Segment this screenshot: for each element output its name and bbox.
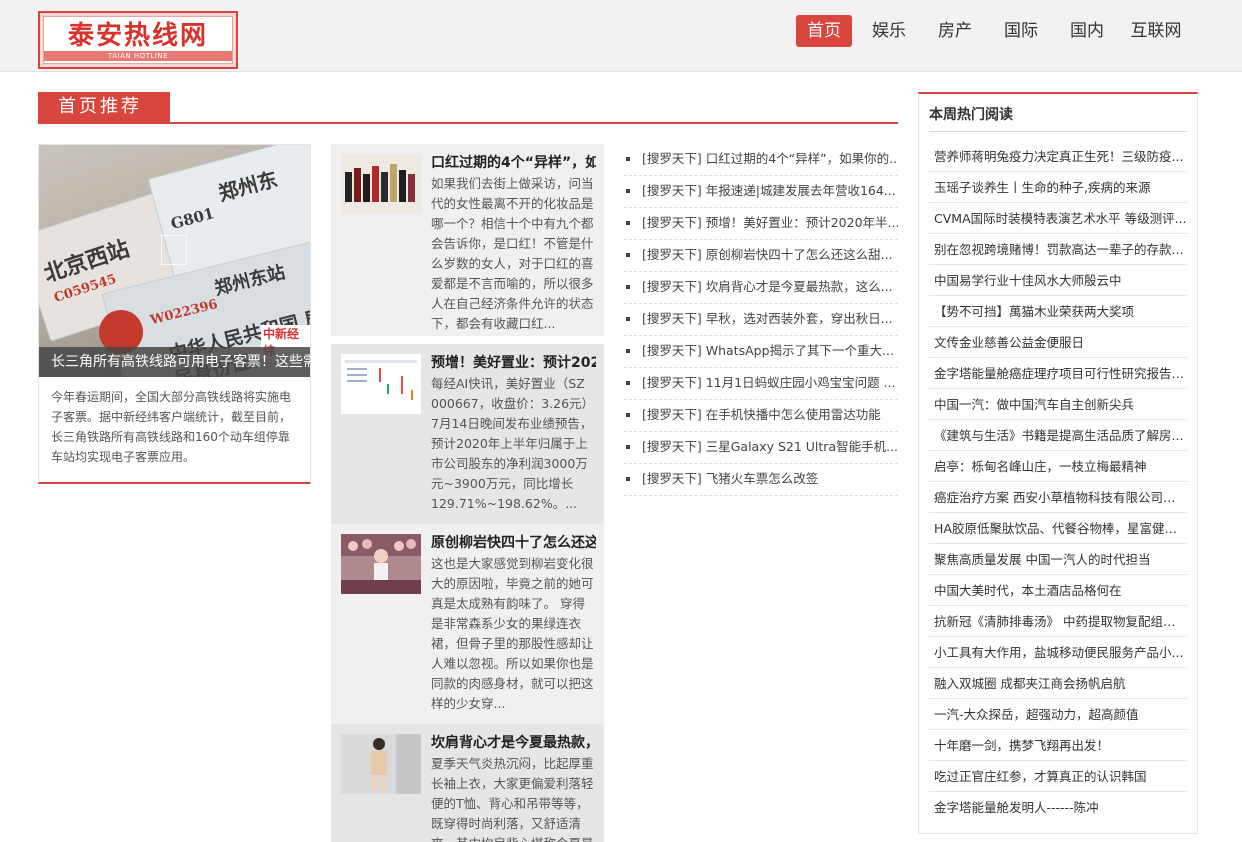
ticket-code-text: G801 bbox=[168, 204, 217, 234]
article-thumbnail[interactable] bbox=[341, 354, 421, 414]
site-header: 泰安热线网 TAIAN HOTLINE 首页 娱乐 房产 国际 国内 互联网 bbox=[0, 0, 1242, 72]
sidebar-item[interactable]: 别在忽视跨境赌博！罚款高达一辈子的存款... bbox=[929, 234, 1187, 265]
list-item-label[interactable]: [搜罗天下] 预增！美好置业：预计2020年半... bbox=[642, 215, 898, 230]
bullet-icon bbox=[626, 253, 630, 257]
sidebar-item[interactable]: 小工具有大作用，盐城移动便民服务产品小... bbox=[929, 637, 1187, 668]
list-item[interactable]: [搜罗天下] 11月1日蚂蚁庄园小鸡宝宝问题 ... bbox=[624, 368, 898, 400]
sidebar-item[interactable]: 《建筑与生活》书籍是提高生活品质了解房... bbox=[929, 420, 1187, 451]
sidebar-title: 本周热门阅读 bbox=[929, 107, 1013, 123]
article-list: 口红过期的4个“异样”，如果你的口红有以下问题 如果我们去街上做采访，问当代的女… bbox=[331, 144, 604, 842]
article-excerpt: 夏季天气炎热沉闷，比起厚重长袖上衣，大家更偏爱利落轻便的T恤、背心和吊带等等，既… bbox=[431, 756, 594, 842]
sidebar-item[interactable]: 【势不可挡】萬猫木业荣获两大奖项 bbox=[929, 296, 1187, 327]
nav-item-domestic[interactable]: 国内 bbox=[1060, 15, 1114, 47]
nav-item-realestate[interactable]: 房产 bbox=[928, 15, 982, 47]
featured-article[interactable]: 北京西站 C059545 郑州东 G801 郑州东站 W022396 中华人民共… bbox=[38, 144, 311, 484]
list-item-label[interactable]: [搜罗天下] 坎肩背心才是今夏最热款，这么... bbox=[642, 279, 893, 294]
article-title[interactable]: 坎肩背心才是今夏最热款，这么穿 bbox=[431, 733, 596, 753]
sidebar-item[interactable]: 金字塔能量舱发明人------陈冲 bbox=[929, 792, 1187, 823]
article-title[interactable]: 口红过期的4个“异样”，如果你的口红有以下问题 bbox=[431, 153, 596, 173]
list-item[interactable]: [搜罗天下] 早秋，选对西装外套，穿出秋日... bbox=[624, 304, 898, 336]
list-item-label[interactable]: [搜罗天下] 口红过期的4个“异样”，如果你的... bbox=[642, 151, 898, 166]
list-item-label[interactable]: [搜罗天下] 三星Galaxy S21 Ultra智能手机... bbox=[642, 439, 898, 454]
list-item-label[interactable]: [搜罗天下] WhatsApp揭示了其下一个重大... bbox=[642, 343, 894, 358]
article-card[interactable]: 原创柳岩快四十了怎么还这么甜 这也是大家感觉到柳岩变化很大的原因啦，毕竟之前的她… bbox=[331, 524, 604, 724]
list-item-label[interactable]: [搜罗天下] 早秋，选对西装外套，穿出秋日... bbox=[642, 311, 893, 326]
list-item-label[interactable]: [搜罗天下] 年报速递|城建发展去年营收164... bbox=[642, 183, 896, 198]
section-title: 首页推荐 bbox=[38, 92, 170, 122]
list-item[interactable]: [搜罗天下] 飞猪火车票怎么改签 bbox=[624, 464, 898, 496]
bullet-icon bbox=[626, 477, 630, 481]
list-item[interactable]: [搜罗天下] 预增！美好置业：预计2020年半... bbox=[624, 208, 898, 240]
sidebar-divider bbox=[929, 131, 1187, 132]
sidebar-item[interactable]: 聚焦高质量发展 中国一汽人的时代担当 bbox=[929, 544, 1187, 575]
sidebar-item[interactable]: 癌症治疗方案 西安小草植物科技有限公司陈冲 bbox=[929, 482, 1187, 513]
list-item-label[interactable]: [搜罗天下] 在手机快播中怎么使用雷达功能 bbox=[642, 407, 881, 422]
ticket-station-text: 郑州东站 bbox=[212, 261, 288, 300]
featured-caption[interactable]: 长三角所有高铁线路可用电子客票！这些需要注意 bbox=[39, 347, 310, 377]
ticket-code-text: W022396 bbox=[148, 297, 220, 329]
sidebar-item[interactable]: 中国一汽：做中国汽车自主创新尖兵 bbox=[929, 389, 1187, 420]
article-card[interactable]: 口红过期的4个“异样”，如果你的口红有以下问题 如果我们去街上做采访，问当代的女… bbox=[331, 144, 604, 336]
article-excerpt: 每经AI快讯，美好置业（SZ 000667，收盘价：3.26元）7月14日晚间发… bbox=[431, 376, 595, 511]
nav-item-entertainment[interactable]: 娱乐 bbox=[862, 15, 916, 47]
nav-item-international[interactable]: 国际 bbox=[994, 15, 1048, 47]
list-item[interactable]: [搜罗天下] 年报速递|城建发展去年营收164... bbox=[624, 176, 898, 208]
list-item[interactable]: [搜罗天下] 口红过期的4个“异样”，如果你的... bbox=[624, 144, 898, 176]
list-item[interactable]: [搜罗天下] WhatsApp揭示了其下一个重大... bbox=[624, 336, 898, 368]
section-header: 首页推荐 bbox=[38, 92, 898, 124]
image-overlay-frame bbox=[161, 235, 187, 265]
bullet-icon bbox=[626, 189, 630, 193]
headline-list: [搜罗天下] 口红过期的4个“异样”，如果你的... [搜罗天下] 年报速递|城… bbox=[624, 144, 898, 496]
sidebar-item[interactable]: 抗新冠《清肺排毒汤》 中药提取物复配组方-... bbox=[929, 606, 1187, 637]
bullet-icon bbox=[626, 349, 630, 353]
bullet-icon bbox=[626, 445, 630, 449]
list-item[interactable]: [搜罗天下] 原创柳岩快四十了怎么还这么甜... bbox=[624, 240, 898, 272]
nav-item-internet[interactable]: 互联网 bbox=[1126, 15, 1186, 47]
article-excerpt: 这也是大家感觉到柳岩变化很大的原因啦，毕竟之前的她可真是太成熟有韵味了。 穿得是… bbox=[431, 556, 594, 711]
site-logo[interactable]: 泰安热线网 TAIAN HOTLINE bbox=[38, 11, 238, 69]
bullet-icon bbox=[626, 221, 630, 225]
sidebar-item[interactable]: 营养师蒋明兔疫力决定真正生死！三级防疫... bbox=[929, 141, 1187, 172]
hot-reads-sidebar: 本周热门阅读 营养师蒋明兔疫力决定真正生死！三级防疫... 玉瑶子谈养生丨生命的… bbox=[918, 92, 1198, 834]
list-item[interactable]: [搜罗天下] 在手机快播中怎么使用雷达功能 bbox=[624, 400, 898, 432]
article-thumbnail[interactable] bbox=[341, 154, 421, 214]
nav-item-home[interactable]: 首页 bbox=[796, 15, 852, 47]
list-item-label[interactable]: [搜罗天下] 11月1日蚂蚁庄园小鸡宝宝问题 ... bbox=[642, 375, 895, 390]
sidebar-item[interactable]: 金字塔能量舱癌症理疗项目可行性研究报告 ... bbox=[929, 358, 1187, 389]
logo-title: 泰安热线网 bbox=[67, 21, 208, 51]
sidebar-item[interactable]: CVMA国际时装模特表演艺术水平 等级测评... bbox=[929, 203, 1187, 234]
bullet-icon bbox=[626, 157, 630, 161]
sidebar-item[interactable]: 启亭：栎甸名峰山庄，一枝立梅最精神 bbox=[929, 451, 1187, 482]
sidebar-item[interactable]: 融入双城圈 成都夹江商会扬帆启航 bbox=[929, 668, 1187, 699]
logo-frame: 泰安热线网 TAIAN HOTLINE bbox=[43, 16, 233, 64]
sidebar-item[interactable]: 文传金业慈善公益金便服日 bbox=[929, 327, 1187, 358]
article-excerpt: 如果我们去街上做采访，问当代的女性最离不开的化妆品是哪一个？相信十个中有九个都会… bbox=[431, 176, 594, 331]
article-thumbnail[interactable] bbox=[341, 734, 421, 794]
sidebar-item[interactable]: 一汽-大众探岳，超强动力，超高颜值 bbox=[929, 699, 1187, 730]
article-title[interactable]: 原创柳岩快四十了怎么还这么甜 bbox=[431, 533, 596, 553]
sidebar-item[interactable]: 中国大美时代，本土酒店品格何在 bbox=[929, 575, 1187, 606]
featured-description: 今年春运期间，全国大部分高铁线路将实施电子客票。据中新经纬客户端统计，截至目前，… bbox=[51, 390, 292, 464]
article-title[interactable]: 预增！美好置业：预计2020年半年度净利润 bbox=[431, 353, 596, 373]
list-item[interactable]: [搜罗天下] 坎肩背心才是今夏最热款，这么... bbox=[624, 272, 898, 304]
article-thumbnail[interactable] bbox=[341, 534, 421, 594]
sidebar-item[interactable]: 中国易学行业十佳风水大师殷云中 bbox=[929, 265, 1187, 296]
list-item[interactable]: [搜罗天下] 三星Galaxy S21 Ultra智能手机... bbox=[624, 432, 898, 464]
sidebar-item[interactable]: 吃过正官庄红参，才算真正的认识韩国 bbox=[929, 761, 1187, 792]
bullet-icon bbox=[626, 381, 630, 385]
list-item-label[interactable]: [搜罗天下] 原创柳岩快四十了怎么还这么甜... bbox=[642, 247, 893, 262]
sidebar-item[interactable]: HA胶原低聚肽饮品、代餐谷物棒，星富健扬... bbox=[929, 513, 1187, 544]
logo-subtitle: TAIAN HOTLINE bbox=[44, 51, 232, 61]
bullet-icon bbox=[626, 413, 630, 417]
article-card[interactable]: 预增！美好置业：预计2020年半年度净利润 每经AI快讯，美好置业（SZ 000… bbox=[331, 344, 604, 524]
article-card[interactable]: 坎肩背心才是今夏最热款，这么穿 夏季天气炎热沉闷，比起厚重长袖上衣，大家更偏爱利… bbox=[331, 724, 604, 842]
bullet-icon bbox=[626, 285, 630, 289]
ticket-station-text: 郑州东 bbox=[215, 166, 281, 206]
sidebar-item[interactable]: 十年磨一剑，携梦飞翔再出发！ bbox=[929, 730, 1187, 761]
featured-image[interactable]: 北京西站 C059545 郑州东 G801 郑州东站 W022396 中华人民共… bbox=[39, 145, 310, 377]
sidebar-item[interactable]: 玉瑶子谈养生丨生命的种子,疾病的来源 bbox=[929, 172, 1187, 203]
bullet-icon bbox=[626, 317, 630, 321]
list-item-label[interactable]: [搜罗天下] 飞猪火车票怎么改签 bbox=[642, 471, 818, 486]
sidebar-list: 营养师蒋明兔疫力决定真正生死！三级防疫... 玉瑶子谈养生丨生命的种子,疾病的来… bbox=[929, 141, 1187, 823]
